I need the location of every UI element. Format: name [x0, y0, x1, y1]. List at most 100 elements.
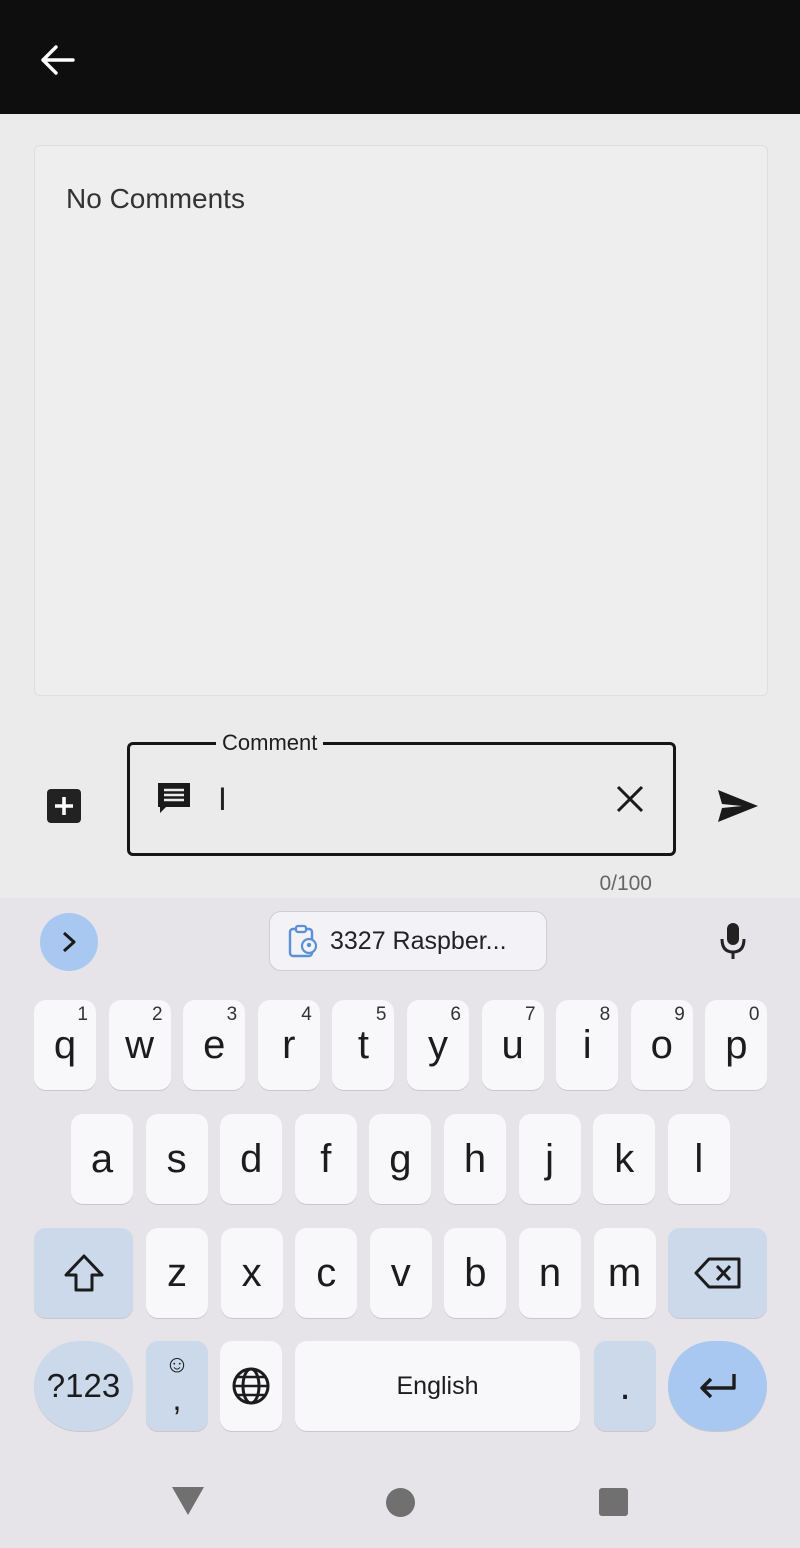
- key-k-label: k: [614, 1136, 635, 1181]
- key-n[interactable]: n: [519, 1228, 581, 1318]
- comma-label: ,: [172, 1381, 182, 1417]
- nav-back-icon[interactable]: [170, 1485, 206, 1517]
- key-f-label: f: [320, 1136, 332, 1181]
- key-u-hint: 7: [525, 1004, 536, 1025]
- key-v-label: v: [390, 1250, 411, 1295]
- key-e[interactable]: e3: [183, 1000, 246, 1090]
- key-p-hint: 0: [748, 1004, 760, 1025]
- key-d-label: d: [240, 1136, 263, 1181]
- key-u-label: u: [501, 1022, 524, 1067]
- key-s[interactable]: s: [145, 1114, 208, 1204]
- nav-recents-icon[interactable]: [599, 1488, 628, 1516]
- globe-icon: [232, 1367, 270, 1405]
- clipboard-suggestion-chip[interactable]: 3327 Raspber...: [269, 911, 547, 971]
- key-w-label: w: [125, 1022, 155, 1067]
- key-x-label: x: [241, 1250, 262, 1295]
- key-l-label: l: [694, 1136, 704, 1181]
- key-p-label: p: [725, 1022, 748, 1067]
- key-b[interactable]: b: [444, 1228, 507, 1318]
- key-y-hint: 6: [450, 1004, 461, 1025]
- voice-input-button[interactable]: [712, 916, 754, 966]
- key-c[interactable]: c: [295, 1228, 358, 1318]
- key-z[interactable]: z: [146, 1228, 208, 1318]
- key-h-label: h: [463, 1136, 487, 1181]
- chevron-right-icon: [62, 931, 76, 953]
- comments-list: No Comments: [34, 145, 768, 696]
- key-g-label: g: [389, 1136, 412, 1181]
- clipboard-suggestion-text: 3327 Raspber...: [330, 926, 507, 955]
- key-d[interactable]: d: [220, 1114, 283, 1204]
- key-l[interactable]: l: [667, 1114, 730, 1204]
- key-z-label: z: [167, 1250, 187, 1295]
- key-m-label: m: [607, 1250, 642, 1295]
- shift-icon: [64, 1254, 103, 1292]
- key-k[interactable]: k: [593, 1114, 656, 1204]
- enter-icon: [699, 1374, 736, 1399]
- key-c-label: c: [316, 1250, 337, 1295]
- key-u[interactable]: u7: [481, 1000, 544, 1090]
- key-r[interactable]: r4: [257, 1000, 320, 1090]
- key-v[interactable]: v: [369, 1228, 432, 1318]
- plus-box-icon: [47, 789, 81, 823]
- key-g[interactable]: g: [369, 1114, 432, 1204]
- no-comments-text: No Comments: [66, 183, 245, 214]
- app-bar: [0, 0, 800, 114]
- key-y-label: y: [428, 1022, 448, 1067]
- key-o-label: o: [650, 1022, 673, 1067]
- key-s-label: s: [166, 1136, 187, 1181]
- key-w-hint: 2: [152, 1004, 163, 1025]
- microphone-icon: [720, 923, 746, 959]
- key-q-hint: 1: [77, 1004, 88, 1025]
- key-y[interactable]: y6: [407, 1000, 469, 1090]
- backspace-icon: [694, 1257, 740, 1289]
- key-t-hint: 5: [375, 1004, 387, 1025]
- key-o-hint: 9: [674, 1004, 685, 1025]
- key-p[interactable]: p0: [705, 1000, 768, 1090]
- send-icon: [718, 790, 758, 822]
- send-button[interactable]: [712, 782, 764, 830]
- emoji-icon: ☺: [164, 1351, 190, 1378]
- key-a[interactable]: a: [71, 1114, 133, 1204]
- key-j-label: j: [545, 1136, 555, 1181]
- comment-icon: [158, 783, 190, 813]
- close-icon: [616, 785, 644, 813]
- comment-field[interactable]: Comment: [127, 730, 676, 856]
- key-w[interactable]: w2: [108, 1000, 171, 1090]
- clipboard-location-icon: [288, 924, 318, 958]
- add-attachment-button[interactable]: [46, 788, 82, 824]
- space-key[interactable]: English: [295, 1341, 580, 1431]
- key-i[interactable]: i8: [556, 1000, 619, 1090]
- key-q-label: q: [53, 1022, 77, 1067]
- language-key[interactable]: [220, 1341, 282, 1431]
- back-button[interactable]: [30, 36, 84, 84]
- keyboard-expand-button[interactable]: [40, 913, 98, 971]
- key-e-label: e: [203, 1022, 226, 1067]
- key-t[interactable]: t5: [332, 1000, 395, 1090]
- nav-home-icon[interactable]: [386, 1488, 415, 1517]
- key-i-hint: 8: [599, 1004, 611, 1025]
- comment-field-label: Comment: [216, 730, 324, 756]
- key-m[interactable]: m: [593, 1228, 656, 1318]
- clear-button[interactable]: [612, 781, 648, 817]
- key-j[interactable]: j: [518, 1114, 581, 1204]
- key-f[interactable]: f: [294, 1114, 357, 1204]
- key-x[interactable]: x: [220, 1228, 283, 1318]
- key-i-label: i: [582, 1022, 592, 1067]
- period-key[interactable]: .: [594, 1341, 656, 1431]
- enter-key[interactable]: [668, 1341, 767, 1431]
- key-q[interactable]: q1: [34, 1000, 96, 1090]
- soft-keyboard: 3327 Raspber... ?123 ☺ , English . q 1 w…: [0, 898, 800, 1548]
- system-nav-bar: [0, 1455, 800, 1548]
- key-o[interactable]: o9: [630, 1000, 693, 1090]
- symbols-key[interactable]: ?123: [34, 1341, 133, 1431]
- emoji-comma-key[interactable]: ☺ ,: [146, 1341, 208, 1431]
- arrow-left-icon: [41, 45, 75, 75]
- key-t-label: t: [357, 1022, 369, 1067]
- key-n-label: n: [538, 1250, 562, 1295]
- key-r-label: r: [282, 1022, 296, 1067]
- backspace-key[interactable]: [668, 1228, 767, 1318]
- key-h[interactable]: h: [444, 1114, 506, 1204]
- shift-key[interactable]: [34, 1228, 133, 1318]
- comment-input[interactable]: [218, 778, 588, 820]
- key-e-hint: 3: [226, 1004, 238, 1025]
